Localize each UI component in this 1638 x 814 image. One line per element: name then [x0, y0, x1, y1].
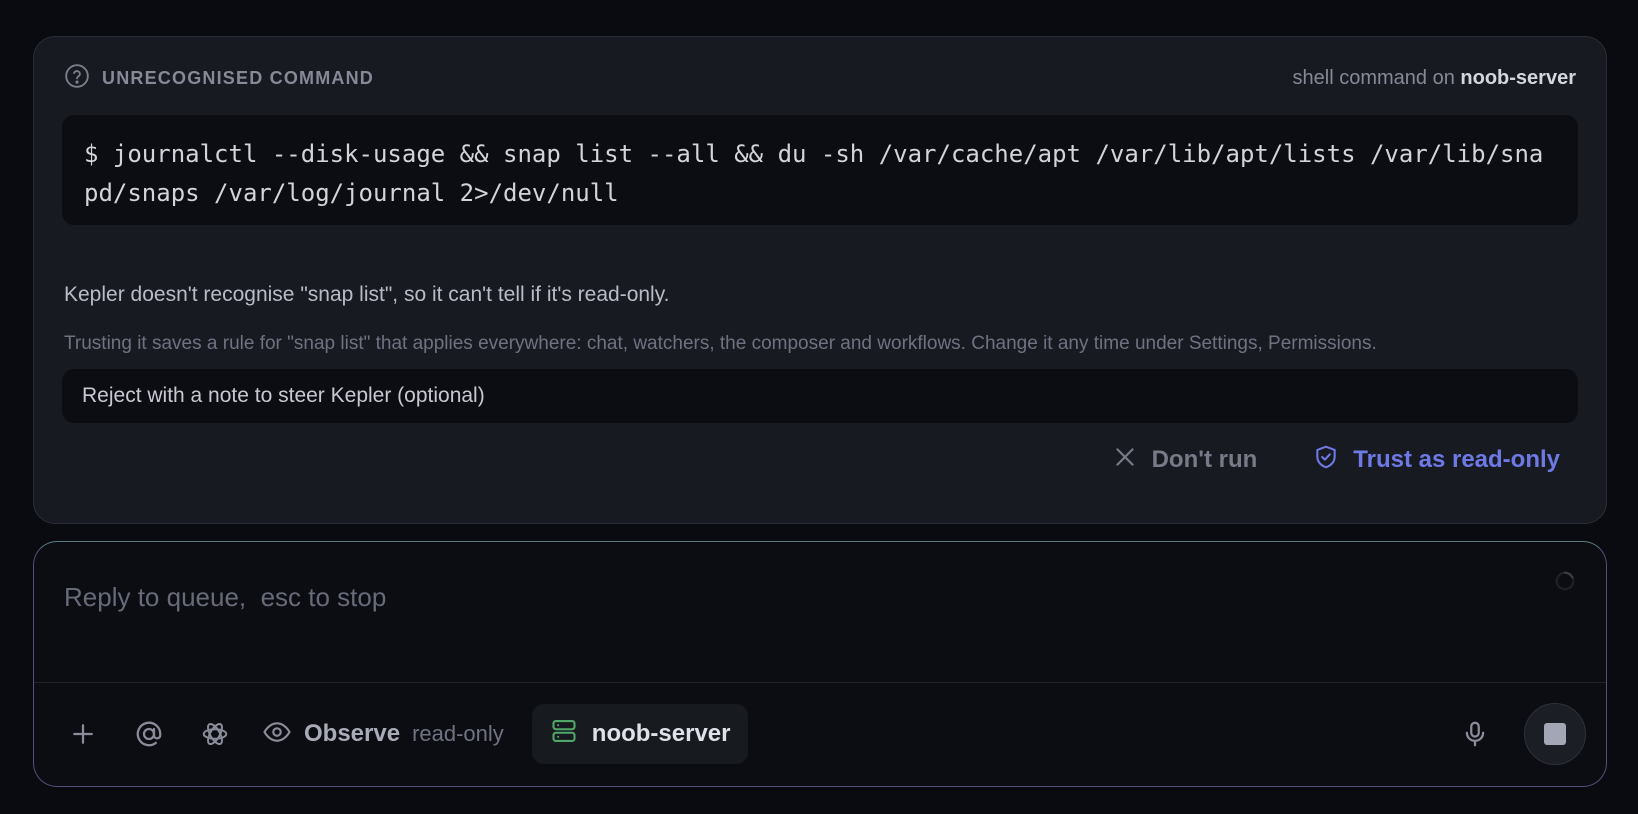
context-server: noob-server	[1460, 66, 1576, 89]
dont-run-label: Don't run	[1151, 446, 1258, 473]
trust-read-only-button[interactable]: Trust as read-only	[1313, 444, 1560, 477]
server-icon	[550, 717, 578, 752]
stop-button[interactable]	[1524, 703, 1586, 765]
server-name: noob-server	[591, 720, 731, 747]
add-icon[interactable]	[64, 715, 102, 753]
model-icon[interactable]	[196, 715, 234, 753]
command-block: $ journalctl --disk-usage && snap list -…	[62, 115, 1578, 225]
microphone-icon[interactable]	[1456, 715, 1494, 753]
approval-actions: Don't run Trust as read-only	[1112, 437, 1560, 483]
server-selector[interactable]: noob-server	[531, 704, 749, 764]
mention-icon[interactable]	[130, 715, 168, 753]
mode-sub-label: read-only	[412, 721, 504, 746]
reject-note-input[interactable]	[62, 369, 1578, 423]
shield-check-icon	[1313, 444, 1339, 477]
eye-icon	[262, 717, 292, 752]
observe-mode-toggle[interactable]: Observe read-only	[262, 717, 504, 752]
approval-context: shell command on noob-server	[1293, 67, 1576, 90]
trust-label: Trust as read-only	[1353, 446, 1560, 473]
composer: Observe read-only noob-server	[33, 541, 1607, 787]
hint-text: Trusting it saves a rule for "snap list"…	[64, 333, 1377, 354]
composer-toolbar: Observe read-only noob-server	[64, 703, 1586, 765]
reply-input[interactable]	[64, 572, 1464, 622]
stop-icon	[1544, 723, 1566, 745]
context-prefix: shell command on	[1292, 66, 1461, 89]
explanation-text: Kepler doesn't recognise "snap list", so…	[64, 283, 670, 306]
approval-card: UNRECOGNISED COMMAND shell command on no…	[33, 36, 1607, 524]
dont-run-button[interactable]: Don't run	[1112, 444, 1258, 477]
composer-divider	[34, 682, 1606, 683]
approval-header: UNRECOGNISED COMMAND shell command on no…	[64, 63, 1576, 93]
question-circle-icon	[64, 63, 90, 94]
mode-label: Observe	[304, 720, 401, 747]
approval-title: UNRECOGNISED COMMAND	[102, 67, 375, 88]
close-icon	[1112, 444, 1138, 477]
loading-spinner-icon	[1554, 570, 1576, 592]
